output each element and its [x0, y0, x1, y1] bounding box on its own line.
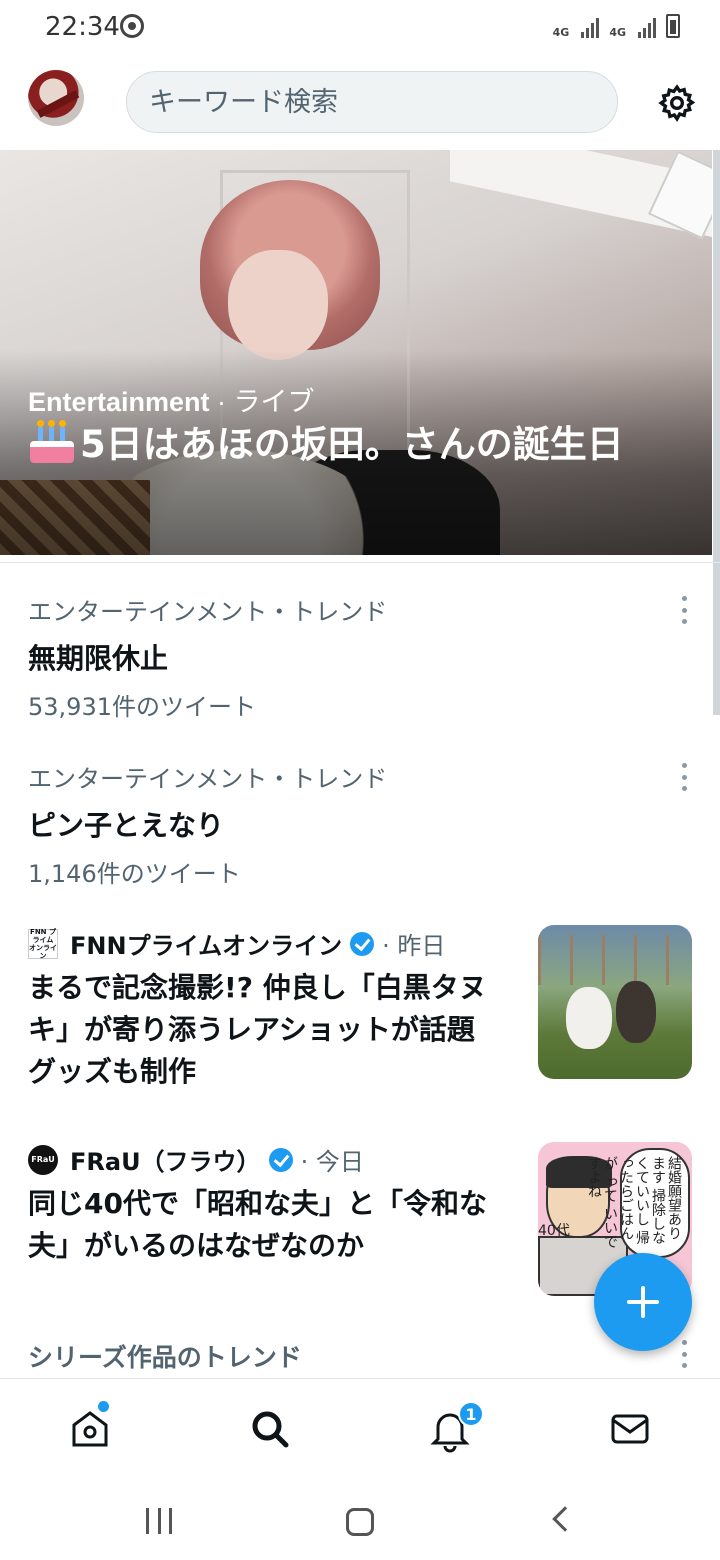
divider	[0, 562, 720, 563]
scrollbar[interactable]	[713, 150, 720, 715]
network-type-1: 4G	[552, 26, 570, 39]
plus-icon	[627, 1286, 659, 1318]
news-item[interactable]: FNN プライム オンライン FNNプライムオンライン · 昨日 まるで記念撮影…	[28, 926, 508, 1093]
news-headline: 同じ40代で「昭和な夫」と「令和な夫」がいるのはなぜなのか	[28, 1187, 487, 1262]
section-title: シリーズ作品のトレンド	[28, 1343, 302, 1372]
status-time: 22:34	[45, 12, 120, 42]
trend-meta: エンターテインメント・トレンド	[28, 765, 388, 793]
trend-item[interactable]: エンターテインメント・トレンド ピン子とえなり 1,146件のツイート	[28, 759, 668, 889]
signal-icon	[638, 16, 656, 38]
home-icon[interactable]	[66, 1405, 114, 1453]
bottom-nav: 1	[0, 1378, 720, 1478]
home-button[interactable]	[346, 1508, 374, 1536]
news-time: · 今日	[300, 1148, 364, 1176]
verified-icon	[350, 931, 375, 956]
mail-icon[interactable]	[606, 1405, 654, 1453]
trend-item[interactable]: エンターテインメント・トレンド 無期限休止 53,931件のツイート	[28, 592, 668, 722]
search-input[interactable]	[149, 86, 617, 118]
notification-badge: 1	[458, 1401, 484, 1427]
news-source-name: FNNプライムオンライン	[70, 932, 343, 960]
news-source-row: FRaU FRaU（フラウ） · 今日	[28, 1142, 508, 1177]
hero-title: 5日はあほの坂田。さんの誕生日	[28, 420, 688, 468]
hero-category-rest: · ライブ	[209, 387, 315, 417]
compose-button[interactable]	[594, 1253, 692, 1351]
trend-count: 53,931件のツイート	[28, 693, 256, 721]
trend-count: 1,146件のツイート	[28, 860, 241, 888]
trend-name: ピン子とえなり	[28, 809, 225, 842]
news-source-row: FNN プライム オンライン FNNプライムオンライン · 昨日	[28, 926, 508, 961]
back-button[interactable]	[552, 1506, 578, 1532]
avatar[interactable]	[28, 70, 84, 126]
trend-meta: エンターテインメント・トレンド	[28, 598, 388, 626]
more-icon[interactable]	[680, 763, 688, 791]
news-time: · 昨日	[382, 932, 446, 960]
recent-apps-button[interactable]	[146, 1508, 172, 1534]
news-headline: まるで記念撮影!? 仲良し「白黒タヌキ」が寄り添うレアショットが話題 グッズも制…	[28, 971, 503, 1088]
birthday-cake-icon	[28, 420, 76, 463]
system-nav-bar	[0, 1478, 720, 1560]
search-icon[interactable]	[246, 1405, 294, 1453]
fnn-logo: FNN プライム オンライン	[28, 927, 58, 960]
hero-category: Entertainment · ライブ	[28, 380, 315, 419]
frau-logo: FRaU	[28, 1144, 58, 1175]
search-bar[interactable]	[126, 71, 618, 133]
home-unread-dot	[98, 1401, 109, 1412]
hero-banner[interactable]: Entertainment · ライブ 5日はあほの坂田。さんの誕生日	[0, 150, 712, 555]
trend-name: 無期限休止	[28, 642, 169, 675]
sync-icon	[120, 14, 144, 38]
thumbnail-speech-bubble: 結婚願望あります 掃除しなくていいし 帰ったらごはんが って いいですよね	[586, 1148, 690, 1258]
hero-category-main: Entertainment	[28, 387, 210, 417]
top-bar	[0, 56, 720, 150]
signal-icon	[581, 16, 600, 38]
status-bar: 22:34 4G 4G	[0, 0, 720, 56]
hero-title-text: 5日はあほの坂田。さんの誕生日	[80, 423, 624, 466]
news-thumbnail[interactable]	[538, 925, 692, 1079]
verified-icon	[268, 1147, 293, 1172]
news-source-name: FRaU（フラウ）	[70, 1148, 261, 1176]
network-type-2: 4G	[609, 26, 626, 39]
more-icon[interactable]	[680, 1340, 688, 1368]
gear-icon[interactable]	[657, 83, 697, 123]
more-icon[interactable]	[680, 596, 688, 624]
status-icons: 4G 4G	[553, 14, 680, 38]
thumbnail-age-label: 40代	[538, 1223, 570, 1239]
battery-icon	[666, 14, 680, 38]
news-item[interactable]: FRaU FRaU（フラウ） · 今日 同じ40代で「昭和な夫」と「令和な夫」が…	[28, 1142, 508, 1267]
